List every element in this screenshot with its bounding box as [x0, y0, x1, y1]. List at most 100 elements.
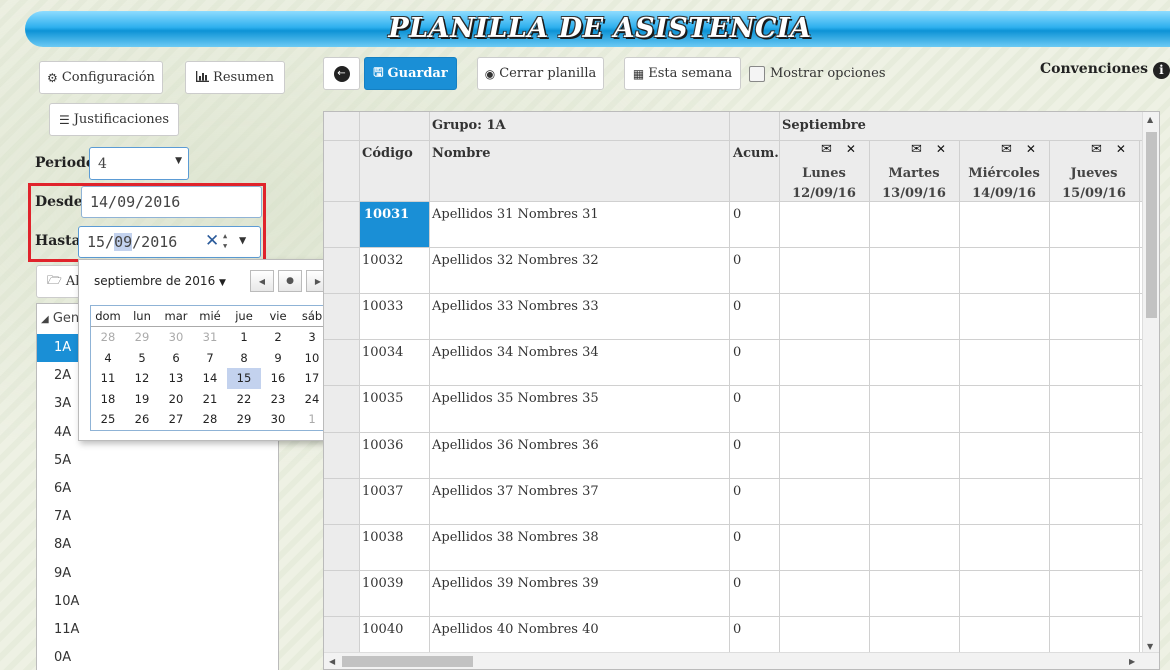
calendar-day[interactable]: 18 [91, 389, 125, 410]
calendar-day[interactable]: 19 [125, 389, 159, 410]
codigo-cell[interactable]: 10031 [360, 202, 429, 247]
codigo-cell[interactable]: 10037 [362, 484, 403, 499]
calendar-day[interactable]: 12 [125, 368, 159, 389]
horizontal-scroll-thumb[interactable] [342, 656, 473, 667]
calendar-day[interactable]: 23 [261, 389, 295, 410]
convenciones-link[interactable]: Convenciones i [1040, 61, 1170, 79]
calendar-day[interactable]: 28 [193, 409, 227, 430]
hasta-label: Hasta [35, 233, 81, 249]
nombre-cell: Apellidos 31 Nombres 31 [432, 207, 599, 222]
codigo-cell[interactable]: 10038 [362, 530, 403, 545]
calendar-grid: dom lun mar mié jue vie sáb 28 29 30 31 1 2 3 4 5 6 7 8 9 10… [90, 305, 330, 431]
codigo-cell[interactable]: 10035 [362, 391, 403, 406]
calendar-day[interactable]: 5 [125, 348, 159, 369]
periodo-select[interactable]: 4 ▼ [89, 147, 189, 180]
horizontal-scrollbar[interactable]: ◀ ▶ [324, 652, 1159, 669]
calendar-day[interactable]: 6 [159, 348, 193, 369]
codigo-cell[interactable]: 10033 [362, 299, 403, 314]
esta-semana-button[interactable]: ▦ Esta semana [624, 57, 741, 90]
nombre-cell: Apellidos 36 Nombres 36 [432, 438, 599, 453]
calendar-day[interactable]: 28 [91, 327, 125, 348]
tree-item[interactable]: 0A [37, 644, 278, 670]
acum-cell: 0 [733, 299, 742, 314]
calendar-day[interactable]: 26 [125, 409, 159, 430]
prev-month-button[interactable]: ◀ [250, 270, 274, 292]
configuracion-button[interactable]: ⚙ Configuración [39, 61, 163, 94]
calendar-day[interactable]: 8 [227, 348, 261, 369]
calendar-day[interactable]: 31 [193, 327, 227, 348]
nombre-cell: Apellidos 32 Nombres 32 [432, 253, 599, 268]
day-name: Martes [888, 166, 940, 181]
calendar-day[interactable]: 25 [91, 409, 125, 430]
tree-item[interactable]: 9A [37, 560, 278, 588]
day-date: 12/09/16 [792, 186, 856, 201]
hasta-input[interactable]: 15/09/2016 ✕ ▲ ▼ ▼ [78, 226, 261, 258]
calendar-month-select[interactable]: septiembre de 2016 ▼ [94, 274, 226, 288]
codigo-cell[interactable]: 10036 [362, 438, 403, 453]
calendar-day[interactable]: 20 [159, 389, 193, 410]
calendar-day[interactable]: 30 [261, 409, 295, 430]
info-icon: i [1152, 62, 1170, 79]
clear-icon[interactable]: ✕ [205, 231, 219, 251]
desde-input[interactable]: 14/09/2016 [81, 186, 262, 218]
mostrar-opciones-checkbox[interactable] [749, 66, 765, 82]
dropdown-icon[interactable]: ▼ [239, 233, 246, 247]
codigo-cell[interactable]: 10040 [362, 622, 403, 637]
tree-item[interactable]: 8A [37, 531, 278, 559]
caret-down-icon: ▼ [175, 156, 182, 166]
today-button[interactable]: ● [278, 270, 302, 292]
folder-open-icon: 🗁 [47, 273, 62, 287]
calendar-day[interactable]: 2 [261, 327, 295, 348]
scroll-down-icon[interactable]: ▼ [1147, 642, 1153, 651]
calendar-day[interactable]: 22 [227, 389, 261, 410]
envelope-icon[interactable]: ✉ [1001, 142, 1012, 157]
cerrar-planilla-button[interactable]: ◉ Cerrar planilla [477, 57, 604, 90]
tree-item[interactable]: 5A [37, 447, 278, 475]
nombre-cell: Apellidos 40 Nombres 40 [432, 622, 599, 637]
resumen-button[interactable]: Resumen [185, 61, 285, 94]
calendar-day[interactable]: 16 [261, 368, 295, 389]
calendar-day[interactable]: 21 [193, 389, 227, 410]
calendar-day[interactable]: 11 [91, 368, 125, 389]
guardar-button[interactable]: 🖫 Guardar [364, 57, 457, 90]
envelope-icon[interactable]: ✉ [911, 142, 922, 157]
codigo-cell[interactable]: 10039 [362, 576, 403, 591]
vertical-scrollbar[interactable]: ▲ ▼ [1142, 112, 1159, 669]
weekday-label: mié [199, 309, 221, 323]
scroll-left-icon[interactable]: ◀ [329, 657, 335, 666]
calendar-day[interactable]: 15 [227, 368, 261, 389]
close-icon[interactable]: ✕ [1026, 142, 1036, 156]
codigo-cell[interactable]: 10032 [362, 253, 403, 268]
calendar-day[interactable]: 1 [227, 327, 261, 348]
calendar-day[interactable]: 27 [159, 409, 193, 430]
calendar-day[interactable]: 14 [193, 368, 227, 389]
calendar-day[interactable]: 29 [227, 409, 261, 430]
calendar-day[interactable]: 13 [159, 368, 193, 389]
calendar-icon: ▦ [632, 66, 645, 81]
scroll-right-icon[interactable]: ▶ [1129, 657, 1135, 666]
tree-item[interactable]: 11A [37, 616, 278, 644]
tree-item[interactable]: 6A [37, 475, 278, 503]
justificaciones-button[interactable]: ☰ Justificaciones [49, 103, 179, 136]
calendar-day[interactable]: 7 [193, 348, 227, 369]
envelope-icon[interactable]: ✉ [821, 142, 832, 157]
close-icon[interactable]: ✕ [846, 142, 856, 156]
weekday-label: dom [95, 309, 121, 323]
close-icon[interactable]: ✕ [936, 142, 946, 156]
scroll-up-icon[interactable]: ▲ [1147, 115, 1153, 124]
tree-item[interactable]: 10A [37, 588, 278, 616]
nombre-cell: Apellidos 33 Nombres 33 [432, 299, 599, 314]
calendar-day[interactable]: 4 [91, 348, 125, 369]
calendar-day[interactable]: 30 [159, 327, 193, 348]
weekday-label: jue [235, 309, 253, 323]
calendar-day[interactable]: 9 [261, 348, 295, 369]
back-button[interactable]: ← [323, 57, 360, 90]
tree-item[interactable]: 7A [37, 503, 278, 531]
spinner-icon[interactable]: ▲ ▼ [223, 231, 227, 251]
weekday-label: vie [269, 309, 287, 323]
close-icon[interactable]: ✕ [1116, 142, 1126, 156]
codigo-cell[interactable]: 10034 [362, 345, 403, 360]
envelope-icon[interactable]: ✉ [1091, 142, 1102, 157]
calendar-day[interactable]: 29 [125, 327, 159, 348]
vertical-scroll-thumb[interactable] [1146, 132, 1157, 318]
